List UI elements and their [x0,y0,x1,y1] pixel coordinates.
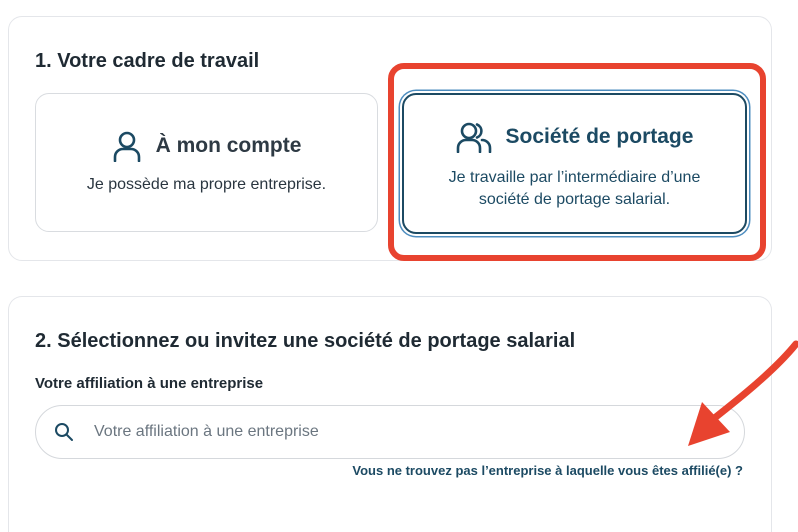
option-own-account-description: Je possède ma propre entreprise. [86,176,327,193]
affiliation-field-label: Votre affiliation à une entreprise [35,375,264,392]
option-own-account[interactable]: À mon compte Je possède ma propre entrep… [35,93,378,232]
highlight-annotation-box [388,63,766,261]
affiliation-search-input[interactable] [92,422,696,442]
search-icon [55,423,73,441]
person-icon [113,131,140,162]
affiliation-search-box[interactable] [35,405,745,459]
company-not-found-link[interactable]: Vous ne trouvez pas l’entreprise à laque… [352,463,743,478]
arrow-annotation [688,340,798,446]
section-title-work-setting: 1. Votre cadre de travail [35,50,260,72]
section-title-select-company: 2. Sélectionnez ou invitez une société d… [35,330,576,352]
option-own-account-title: À mon compte [155,134,302,157]
portage-company-card: 2. Sélectionnez ou invitez une société d… [8,296,772,532]
